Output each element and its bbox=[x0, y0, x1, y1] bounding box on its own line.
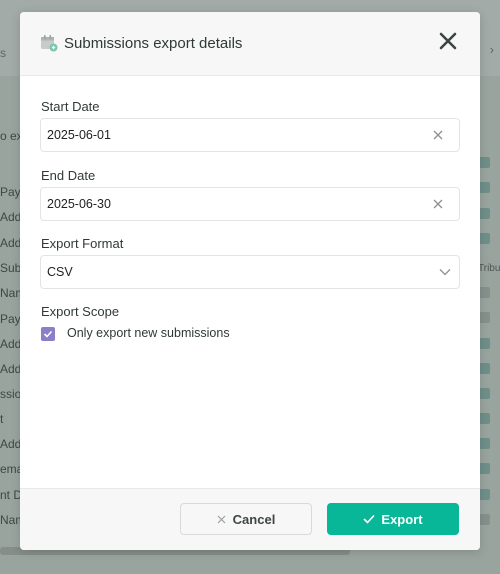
background-checkbox bbox=[479, 413, 490, 424]
calendar-icon bbox=[41, 35, 58, 52]
export-dialog: Submissions export details Start Date 20… bbox=[20, 12, 480, 550]
dialog-title: Submissions export details bbox=[64, 35, 243, 52]
clear-icon[interactable] bbox=[433, 130, 443, 140]
end-date-input[interactable]: 2025-06-30 bbox=[40, 187, 460, 221]
only-new-submissions-checkbox[interactable] bbox=[41, 327, 55, 341]
export-button[interactable]: Export bbox=[327, 503, 459, 535]
background-checkbox bbox=[479, 338, 490, 349]
close-icon[interactable] bbox=[438, 31, 458, 51]
start-date-input[interactable]: 2025-06-01 bbox=[40, 118, 460, 152]
export-format-select[interactable]: CSV bbox=[40, 255, 460, 289]
background-checkbox bbox=[479, 514, 490, 525]
close-icon bbox=[217, 515, 226, 523]
background-checkbox bbox=[479, 388, 490, 399]
cancel-button[interactable]: Cancel bbox=[180, 503, 312, 535]
dialog-footer: Cancel Export bbox=[20, 488, 480, 550]
start-date-label: Start Date bbox=[41, 99, 100, 114]
background-checkbox bbox=[479, 489, 490, 500]
export-format-value: CSV bbox=[47, 265, 73, 279]
background-checkbox bbox=[479, 312, 490, 323]
cancel-button-label: Cancel bbox=[232, 511, 276, 527]
export-button-label: Export bbox=[381, 511, 423, 527]
background-checkbox bbox=[479, 233, 490, 244]
background-checkbox bbox=[479, 287, 490, 298]
background-column-label: Tribu bbox=[478, 263, 500, 274]
chevron-down-icon bbox=[439, 269, 451, 276]
background-checkbox bbox=[479, 208, 490, 219]
start-date-value: 2025-06-01 bbox=[47, 128, 111, 142]
background-row-label: t bbox=[0, 412, 4, 426]
background-checkbox bbox=[479, 182, 490, 193]
only-new-submissions-label[interactable]: Only export new submissions bbox=[67, 326, 230, 340]
check-icon bbox=[43, 330, 53, 338]
end-date-label: End Date bbox=[41, 168, 96, 183]
background-checkbox bbox=[479, 363, 490, 374]
check-icon bbox=[363, 514, 375, 524]
background-checkbox bbox=[479, 157, 490, 168]
background-chevron-icon: › bbox=[489, 42, 494, 57]
background-header-text: s bbox=[0, 46, 6, 60]
clear-icon[interactable] bbox=[433, 199, 443, 209]
dialog-header: Submissions export details bbox=[20, 12, 480, 76]
end-date-value: 2025-06-30 bbox=[47, 197, 111, 211]
background-checkbox bbox=[479, 438, 490, 449]
export-format-label: Export Format bbox=[41, 236, 124, 251]
export-scope-label: Export Scope bbox=[41, 304, 120, 319]
background-row-label: nt D bbox=[0, 488, 23, 502]
background-checkbox bbox=[479, 463, 490, 474]
